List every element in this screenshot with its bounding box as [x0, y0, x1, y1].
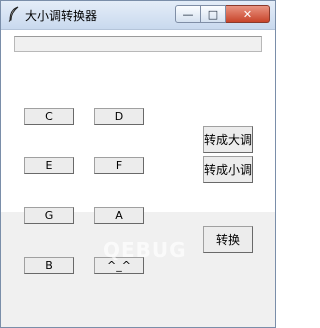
minimize-button[interactable]: —: [175, 5, 201, 23]
feather-app-icon: [8, 6, 19, 22]
client-area: C D E F G A B ^_^ 转成大调 转成小调 转换 QEBUG: [1, 30, 275, 327]
title-bar[interactable]: 大小调转换器 — □ ✕: [1, 1, 275, 30]
note-button-e[interactable]: E: [24, 157, 74, 174]
note-button-g[interactable]: G: [24, 207, 74, 224]
note-button-f[interactable]: F: [94, 157, 144, 174]
note-button-c[interactable]: C: [24, 108, 74, 125]
note-button-a[interactable]: A: [94, 207, 144, 224]
note-button-d[interactable]: D: [94, 108, 144, 125]
note-button-b[interactable]: B: [24, 257, 74, 274]
close-button[interactable]: ✕: [226, 5, 270, 23]
window-controls: — □ ✕: [175, 5, 271, 23]
input-field[interactable]: [14, 36, 262, 52]
app-window: 大小调转换器 — □ ✕ C D E F G A B ^_^ 转成大调 转成小调…: [0, 0, 276, 328]
window-title: 大小调转换器: [25, 9, 98, 23]
maximize-button[interactable]: □: [201, 5, 226, 23]
to-major-button[interactable]: 转成大调: [203, 126, 253, 153]
smiley-button[interactable]: ^_^: [94, 257, 144, 274]
convert-button[interactable]: 转换: [203, 226, 253, 253]
to-minor-button[interactable]: 转成小调: [203, 156, 253, 183]
